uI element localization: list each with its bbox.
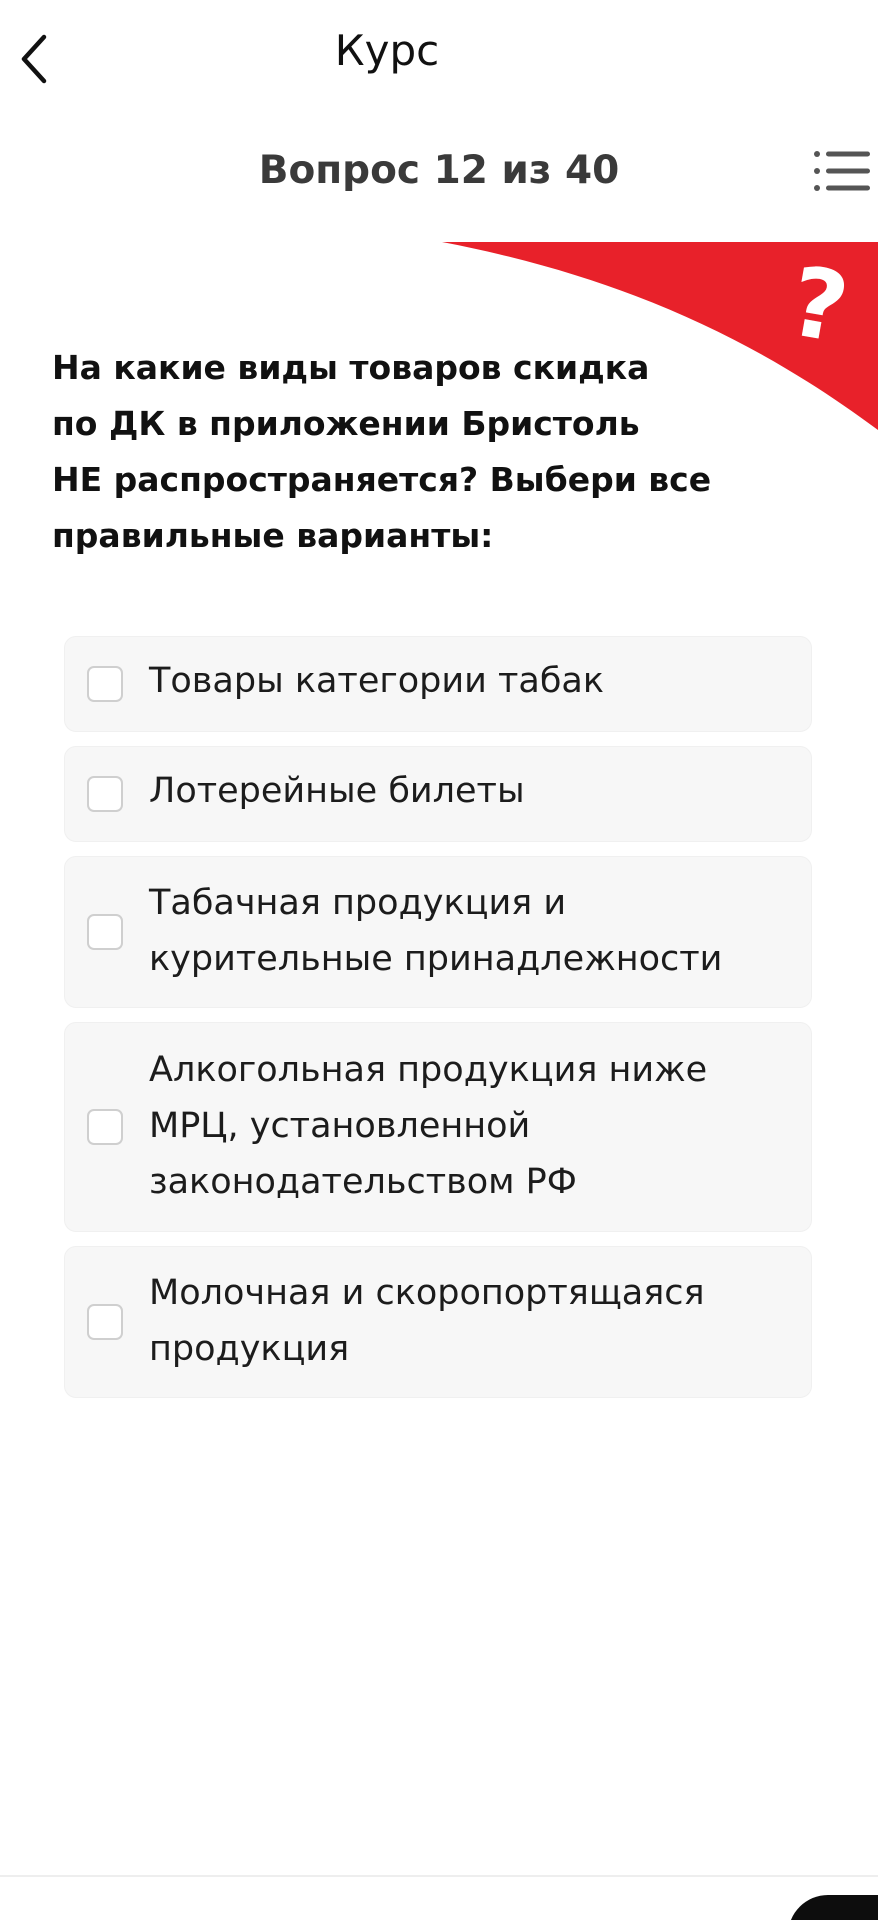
question-header: Вопрос 12 из 40	[0, 142, 878, 206]
answer-option-2[interactable]: Лотерейные билеты	[64, 746, 812, 842]
option-checkbox[interactable]	[87, 914, 123, 950]
option-label-line: Товары категории табак	[149, 661, 604, 701]
answer-option-1[interactable]: Товары категории табак	[64, 636, 812, 732]
question-line: по ДК в приложении Бристоль	[52, 404, 640, 443]
option-label-line: курительные принадлежности	[149, 939, 723, 979]
next-button[interactable]	[788, 1895, 878, 1920]
option-checkbox[interactable]	[87, 776, 123, 812]
option-label-line: Лотерейные билеты	[149, 771, 525, 811]
question-text: На какие виды товаров скидка по ДК в при…	[52, 340, 782, 564]
option-label: Лотерейные билеты	[149, 763, 789, 819]
option-label-line: Табачная продукция и	[149, 883, 567, 923]
quiz-screen: Курс Вопрос 12 из 40 ? На какие виды тов…	[0, 0, 878, 1920]
option-label-line: МРЦ, установленной	[149, 1106, 531, 1146]
answer-options: Товары категории табак Лотерейные билеты…	[64, 636, 812, 1412]
app-bar: Курс	[0, 0, 878, 110]
option-checkbox[interactable]	[87, 666, 123, 702]
answer-option-4[interactable]: Алкогольная продукция ниже МРЦ, установл…	[64, 1022, 812, 1232]
option-label: Молочная и скоропортящаяся продукция	[149, 1265, 789, 1377]
question-line: На какие виды товаров скидка	[52, 348, 650, 387]
answer-option-5[interactable]: Молочная и скоропортящаяся продукция	[64, 1246, 812, 1398]
question-counter: Вопрос 12 из 40	[258, 148, 620, 193]
option-label-line: Молочная и скоропортящаяся	[149, 1273, 705, 1313]
option-label: Табачная продукция и курительные принадл…	[149, 875, 789, 987]
option-label-line: законодательством РФ	[149, 1162, 577, 1202]
answer-option-3[interactable]: Табачная продукция и курительные принадл…	[64, 856, 812, 1008]
option-checkbox[interactable]	[87, 1109, 123, 1145]
page-title: Курс	[334, 26, 440, 75]
option-label-line: продукция	[149, 1329, 350, 1369]
option-label: Алкогольная продукция ниже МРЦ, установл…	[149, 1042, 789, 1210]
question-line: правильные варианты:	[52, 516, 494, 555]
option-label-line: Алкогольная продукция ниже	[149, 1050, 708, 1090]
option-checkbox[interactable]	[87, 1304, 123, 1340]
bottom-divider	[0, 1875, 878, 1877]
option-label: Товары категории табак	[149, 653, 789, 709]
question-line: НЕ распространяется? Выбери все	[52, 460, 712, 499]
list-icon	[814, 151, 870, 191]
questions-list-button[interactable]	[812, 148, 872, 194]
